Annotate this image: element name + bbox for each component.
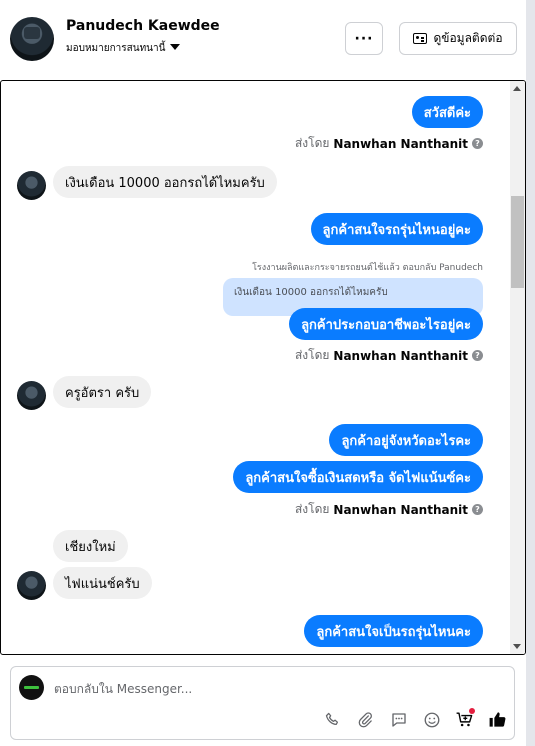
sent-by-name: Nanwhan Nanthanit [333, 502, 468, 517]
contact-name[interactable]: Panudech Kaewdee [66, 18, 220, 34]
page-edge [526, 0, 535, 746]
notification-dot [469, 708, 475, 714]
help-icon[interactable]: ? [472, 504, 483, 515]
more-options-button[interactable]: ··· [345, 22, 383, 55]
help-icon[interactable]: ? [472, 350, 483, 361]
assign-label: มอบหมายการสนทนานี้ [66, 43, 166, 54]
thread-scrollbar[interactable] [510, 81, 525, 654]
message-outgoing: ลูกค้าสนใจซื้อเงินสดหรือ จัดไฟแน้นซ์คะ [233, 461, 483, 493]
message-outgoing: ลูกค้าประกอบอาชีพอะไรอยู่คะ [289, 308, 483, 340]
cart-icon[interactable] [455, 708, 475, 729]
contact-avatar-small [17, 381, 46, 410]
saved-reply-icon[interactable] [389, 710, 408, 729]
message-outgoing: ลูกค้าสนใจเป็นรถรุ่นไหนคะ [304, 615, 483, 647]
message-incoming: ไฟแน่นช์ครับ [53, 567, 152, 599]
view-contact-label: ดูข้อมูลติดต่อ [433, 31, 503, 45]
reply-composer[interactable]: ตอบกลับใน Messenger... [10, 666, 515, 740]
scroll-down-icon[interactable] [513, 644, 521, 649]
sent-by-name: Nanwhan Nanthanit [333, 136, 468, 151]
reply-input[interactable]: ตอบกลับใน Messenger... [54, 680, 192, 699]
contact-avatar-small [17, 571, 46, 600]
message-outgoing: สวัสดีค่ะ [411, 96, 483, 128]
view-contact-button[interactable]: ดูข้อมูลติดต่อ [399, 22, 517, 55]
scroll-thumb[interactable] [511, 196, 524, 288]
sent-by-prefix: ส่งโดย [294, 502, 330, 516]
attach-icon[interactable] [356, 710, 375, 729]
sent-by-label: ส่งโดย Nanwhan Nanthanit ? [295, 134, 483, 153]
sent-by-name: Nanwhan Nanthanit [333, 348, 468, 363]
page-avatar [19, 675, 44, 700]
scroll-up-icon[interactable] [513, 86, 521, 91]
phone-icon[interactable] [323, 710, 342, 729]
sent-by-label: ส่งโดย Nanwhan Nanthanit ? [295, 500, 483, 519]
caret-down-icon [170, 44, 181, 50]
message-outgoing: ลูกค้าสนใจรถรุ่นไหนอยู่คะ [310, 213, 483, 245]
sent-by-prefix: ส่งโดย [294, 348, 330, 362]
message-outgoing: ลูกค้าอยู่จังหวัดอะไรคะ [329, 424, 483, 456]
message-incoming: ครูอัตรา ครับ [53, 376, 152, 408]
help-icon[interactable]: ? [472, 138, 483, 149]
contact-avatar-small [17, 171, 46, 200]
reply-note: โรงงานผลิตและกระจายรถยนต์ไช้แล้ว ตอบกลับ… [252, 263, 483, 273]
emoji-icon[interactable] [422, 710, 441, 729]
message-incoming: เงินเดือน 10000 ออกรถได้ไหมครับ [53, 166, 277, 198]
contact-card-icon [413, 33, 428, 44]
more-icon: ··· [354, 30, 374, 47]
message-incoming: เชียงใหม่ [53, 530, 128, 562]
conversation-header: Panudech Kaewdee มอบหมายการสนทนานี้ ··· … [0, 0, 526, 80]
sent-by-prefix: ส่งโดย [294, 136, 330, 150]
contact-avatar[interactable] [10, 17, 54, 61]
message-thread[interactable]: สวัสดีค่ะ ส่งโดย Nanwhan Nanthanit ? เงิ… [0, 80, 526, 655]
composer-toolbar [323, 708, 507, 729]
assign-conversation-dropdown[interactable]: มอบหมายการสนทนานี้ [66, 41, 181, 56]
sent-by-label: ส่งโดย Nanwhan Nanthanit ? [295, 346, 483, 365]
thumbs-up-icon[interactable] [488, 710, 507, 729]
